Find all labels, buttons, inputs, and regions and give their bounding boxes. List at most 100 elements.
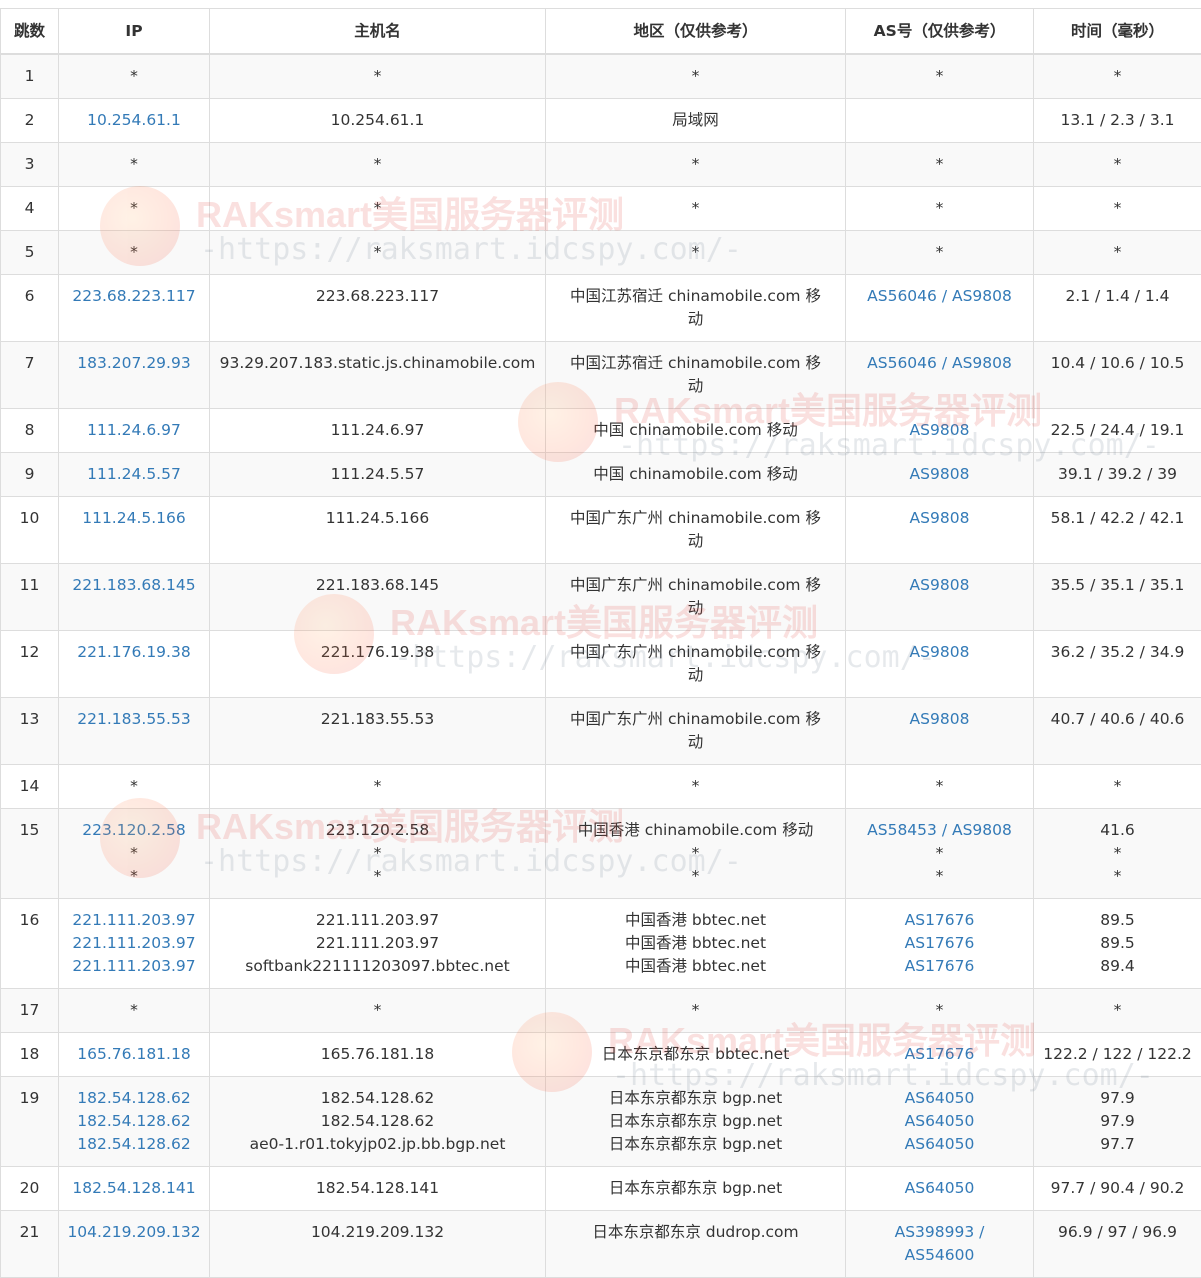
cell-as: AS17676	[846, 1033, 1034, 1077]
cell-time: 22.5 / 24.4 / 19.1	[1034, 409, 1201, 453]
as-link[interactable]: AS64050	[850, 1177, 1029, 1200]
table-row: 10111.24.5.166111.24.5.166中国广东广州 chinamo…	[1, 497, 1201, 564]
cell-time: *	[1034, 54, 1201, 99]
as-link[interactable]: AS64050	[850, 1087, 1029, 1110]
ip-link[interactable]: 182.54.128.141	[63, 1177, 205, 1200]
as-link[interactable]: AS64050	[850, 1110, 1029, 1133]
cell-time: 97.7 / 90.4 / 90.2	[1034, 1167, 1201, 1211]
cell-ip: 183.207.29.93	[59, 342, 210, 409]
as-link[interactable]: AS9808	[850, 419, 1029, 442]
table-row: 15223.120.2.58**223.120.2.58**中国香港 china…	[1, 809, 1201, 899]
cell-hop: 11	[1, 564, 59, 631]
ip-link[interactable]: 223.120.2.58	[63, 819, 205, 842]
ip-link[interactable]: 182.54.128.62	[63, 1110, 205, 1133]
cell-hostname-text: 182.54.128.62	[214, 1110, 541, 1133]
cell-hostname: *	[210, 989, 546, 1033]
cell-as: AS17676AS17676AS17676	[846, 899, 1034, 989]
cell-time-text: 36.2 / 35.2 / 34.9	[1038, 641, 1197, 664]
cell-hop: 1	[1, 54, 59, 99]
as-link[interactable]: AS9808	[850, 463, 1029, 486]
ip-link[interactable]: 104.219.209.132	[63, 1221, 205, 1244]
cell-ip: *	[59, 54, 210, 99]
cell-hop: 19	[1, 1077, 59, 1167]
cell-as: *	[846, 143, 1034, 187]
cell-time: 58.1 / 42.2 / 42.1	[1034, 497, 1201, 564]
cell-hostname-text: *	[214, 197, 541, 220]
cell-hostname: 182.54.128.62182.54.128.62ae0-1.r01.toky…	[210, 1077, 546, 1167]
cell-ip: 182.54.128.62182.54.128.62182.54.128.62	[59, 1077, 210, 1167]
cell-ip: 221.111.203.97221.111.203.97221.111.203.…	[59, 899, 210, 989]
table-row: 11221.183.68.145221.183.68.145中国广东广州 chi…	[1, 564, 1201, 631]
as-link[interactable]: AS9808	[850, 708, 1029, 731]
cell-time-text: 13.1 / 2.3 / 3.1	[1038, 109, 1197, 132]
cell-as-text: *	[850, 842, 1029, 865]
cell-hostname: 165.76.181.18	[210, 1033, 546, 1077]
cell-ip-text: *	[63, 775, 205, 798]
cell-region-text: 中国香港 bbtec.net	[550, 955, 841, 978]
as-link[interactable]: AS398993 /	[850, 1221, 1029, 1244]
ip-link[interactable]: 183.207.29.93	[63, 352, 205, 375]
as-link[interactable]: AS17676	[850, 932, 1029, 955]
cell-region: 局域网	[546, 99, 846, 143]
cell-region-text: 中国香港 bbtec.net	[550, 932, 841, 955]
table-row: 6223.68.223.117223.68.223.117中国江苏宿迁 chin…	[1, 275, 1201, 342]
ip-link[interactable]: 111.24.5.166	[63, 507, 205, 530]
ip-link[interactable]: 10.254.61.1	[63, 109, 205, 132]
ip-link[interactable]: 221.111.203.97	[63, 932, 205, 955]
cell-ip-text: *	[63, 842, 205, 865]
cell-time-text: *	[1038, 842, 1197, 865]
cell-hop: 9	[1, 453, 59, 497]
ip-link[interactable]: 221.176.19.38	[63, 641, 205, 664]
as-link[interactable]: AS17676	[850, 909, 1029, 932]
cell-region: 日本东京都东京 bgp.net日本东京都东京 bgp.net日本东京都东京 bg…	[546, 1077, 846, 1167]
ip-link[interactable]: 182.54.128.62	[63, 1133, 205, 1156]
table-row: 21104.219.209.132104.219.209.132日本东京都东京 …	[1, 1211, 1201, 1278]
as-link[interactable]: AS17676	[850, 955, 1029, 978]
cell-time: *	[1034, 143, 1201, 187]
cell-region-text: *	[550, 999, 841, 1022]
cell-as: AS56046 / AS9808	[846, 342, 1034, 409]
ip-link[interactable]: 165.76.181.18	[63, 1043, 205, 1066]
traceroute-table: 跳数 IP 主机名 地区（仅供参考） AS号（仅供参考） 时间（毫秒） 1***…	[0, 8, 1201, 1278]
cell-region: 中国香港 bbtec.net中国香港 bbtec.net中国香港 bbtec.n…	[546, 899, 846, 989]
cell-region: 中国江苏宿迁 chinamobile.com 移动	[546, 275, 846, 342]
as-link[interactable]: AS17676	[850, 1043, 1029, 1066]
as-link[interactable]: AS64050	[850, 1133, 1029, 1156]
ip-link[interactable]: 111.24.6.97	[63, 419, 205, 442]
ip-link[interactable]: 223.68.223.117	[63, 285, 205, 308]
cell-time-text: 35.5 / 35.1 / 35.1	[1038, 574, 1197, 597]
cell-as: AS9808	[846, 453, 1034, 497]
ip-link[interactable]: 182.54.128.62	[63, 1087, 205, 1110]
ip-link[interactable]: 221.183.55.53	[63, 708, 205, 731]
cell-time-text: *	[1038, 153, 1197, 176]
cell-ip-text: *	[63, 865, 205, 888]
as-link[interactable]: AS9808	[850, 641, 1029, 664]
cell-as-text: *	[850, 241, 1029, 264]
as-link[interactable]: AS54600	[850, 1244, 1029, 1267]
as-link[interactable]: AS9808	[850, 507, 1029, 530]
as-link[interactable]: AS9808	[850, 574, 1029, 597]
cell-as: AS58453 / AS9808**	[846, 809, 1034, 899]
cell-hostname-text: 221.183.68.145	[214, 574, 541, 597]
cell-hop: 8	[1, 409, 59, 453]
cell-hostname-text: 104.219.209.132	[214, 1221, 541, 1244]
cell-as: AS9808	[846, 409, 1034, 453]
cell-ip: *	[59, 231, 210, 275]
cell-ip: 111.24.5.57	[59, 453, 210, 497]
cell-hostname-text: 111.24.5.57	[214, 463, 541, 486]
ip-link[interactable]: 221.183.68.145	[63, 574, 205, 597]
cell-ip-text: *	[63, 153, 205, 176]
cell-region-text: 动	[550, 375, 841, 398]
cell-as-text: *	[850, 65, 1029, 88]
ip-link[interactable]: 111.24.5.57	[63, 463, 205, 486]
ip-link[interactable]: 221.111.203.97	[63, 909, 205, 932]
cell-hostname-text: 165.76.181.18	[214, 1043, 541, 1066]
cell-region-text: *	[550, 775, 841, 798]
cell-time-text: 97.7	[1038, 1133, 1197, 1156]
as-link-group: AS58453 / AS9808	[850, 819, 1029, 842]
cell-region: 中国 chinamobile.com 移动	[546, 409, 846, 453]
cell-as: AS9808	[846, 631, 1034, 698]
cell-hostname-text: *	[214, 153, 541, 176]
cell-hostname: 221.176.19.38	[210, 631, 546, 698]
ip-link[interactable]: 221.111.203.97	[63, 955, 205, 978]
